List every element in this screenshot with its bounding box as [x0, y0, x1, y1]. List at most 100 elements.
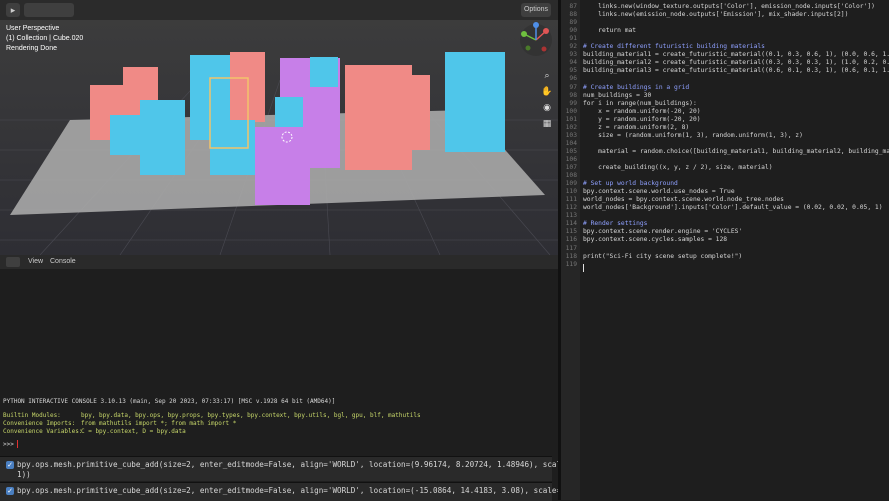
code-line[interactable]: material = random.choice([building_mater… — [583, 148, 889, 155]
code-line[interactable]: x = random.uniform(-20, 20) — [583, 108, 700, 115]
info-row[interactable]: ✓ bpy.ops.mesh.primitive_cube_add(size=2… — [0, 456, 598, 481]
builtin-modules-value: bpy, bpy.data, bpy.ops, bpy.props, bpy.t… — [81, 412, 421, 419]
code-line[interactable]: print("Sci-Fi city scene setup complete!… — [583, 253, 742, 260]
line-number: 97 — [569, 83, 577, 91]
line-number: 99 — [569, 99, 577, 107]
line-number: 111 — [565, 196, 577, 204]
pan-hand-icon[interactable]: ✋ — [540, 85, 554, 99]
building — [445, 52, 505, 152]
code-line[interactable]: building_material3 = create_futuristic_m… — [583, 67, 889, 74]
checkmark-icon: ✓ — [6, 461, 14, 469]
code-line[interactable]: for i in range(num_buildings): — [583, 100, 697, 107]
code-line[interactable]: building_material1 = create_futuristic_m… — [583, 51, 889, 58]
line-number: 96 — [569, 75, 577, 83]
line-number: 104 — [565, 139, 577, 147]
3d-viewport[interactable]: ▸ Options User Perspective (1) Collectio… — [0, 0, 558, 255]
navigation-gizmo[interactable] — [518, 22, 554, 58]
line-number: 113 — [565, 212, 577, 220]
line-number: 100 — [565, 107, 577, 115]
line-number: 91 — [569, 35, 577, 43]
line-number: 95 — [569, 67, 577, 75]
line-number: 107 — [565, 164, 577, 171]
viewport-header: ▸ Options — [0, 0, 558, 20]
building — [110, 115, 145, 155]
viewport-render-status: Rendering Done — [6, 45, 57, 52]
line-number: 87 — [569, 3, 577, 10]
console-header: View Console — [0, 255, 558, 269]
text-editor[interactable]: 87 88 89 90 91 92 93 94 95 96 97 98 99 100 101 102 103 10… — [561, 0, 889, 500]
line-number: 118 — [565, 252, 577, 260]
viewport-scene — [0, 0, 558, 255]
selection-mode-buttons[interactable] — [24, 3, 74, 17]
grid-view-icon[interactable]: ▦ — [540, 117, 554, 131]
code-line[interactable]: bpy.context.scene.world.use_nodes = True — [583, 188, 735, 195]
line-number: 108 — [565, 172, 577, 180]
python-console[interactable]: View Console PYTHON INTERACTIVE CONSOLE … — [0, 255, 598, 501]
line-number: 115 — [565, 228, 577, 236]
text-cursor — [583, 264, 584, 272]
line-number: 105 — [565, 147, 577, 155]
zoom-icon[interactable]: ⌕ — [540, 69, 554, 83]
line-number: 117 — [565, 244, 577, 252]
camera-icon[interactable]: ◉ — [540, 101, 554, 115]
console-banner: PYTHON INTERACTIVE CONSOLE 3.10.13 (main… — [3, 398, 336, 405]
line-number: 102 — [565, 123, 577, 131]
code-line[interactable]: num_buildings = 30 — [583, 92, 651, 99]
info-row[interactable]: ✓ bpy.ops.mesh.primitive_cube_add(size=2… — [0, 482, 588, 501]
code-line[interactable]: # Create buildings in a grid — [583, 84, 689, 91]
code-line[interactable]: bpy.context.scene.cycles.samples = 128 — [583, 236, 727, 243]
code-line[interactable]: # Set up world background — [583, 180, 678, 187]
line-number: 109 — [565, 180, 577, 188]
convenience-variables-label: Convenience Variables: — [3, 428, 83, 435]
code-line[interactable]: return mat — [583, 27, 636, 34]
convenience-imports-value: from mathutils import *; from math impor… — [81, 420, 237, 427]
info-row-text-continued: 1)) — [17, 470, 31, 479]
line-number: 112 — [565, 204, 577, 212]
code-line[interactable]: # Render settings — [583, 220, 647, 227]
info-row-text: bpy.ops.mesh.primitive_cube_add(size=2, … — [17, 460, 598, 469]
line-number: 88 — [569, 11, 577, 19]
code-line[interactable]: # Create different futuristic building m… — [583, 43, 765, 50]
code-line[interactable]: size = (random.uniform(1, 3), random.uni… — [583, 132, 803, 139]
code-line[interactable]: links.new(emission_node.outputs['Emissio… — [583, 11, 848, 18]
info-row-text: bpy.ops.mesh.primitive_cube_add(size=2, … — [17, 486, 589, 495]
code-line[interactable]: links.new(window_texture.outputs['Color'… — [583, 3, 875, 10]
line-number: 93 — [569, 51, 577, 59]
code-line[interactable]: building_material2 = create_futuristic_m… — [583, 59, 889, 66]
code-line[interactable]: bpy.context.scene.render.engine = 'CYCLE… — [583, 228, 742, 235]
viewport-collection-label: (1) Collection | Cube.020 — [6, 35, 84, 42]
line-number: 98 — [569, 91, 577, 99]
console-cursor — [17, 440, 18, 448]
code-line[interactable]: z = random.uniform(2, 8) — [583, 124, 689, 131]
building — [255, 127, 310, 205]
editor-type-icon[interactable] — [6, 257, 20, 267]
builtin-modules-label: Builtin Modules: — [3, 412, 61, 419]
line-number: 119 — [565, 260, 577, 268]
code-line[interactable]: y = random.uniform(-20, 20) — [583, 116, 700, 123]
convenience-variables-value: C = bpy.context, D = bpy.data — [81, 428, 186, 435]
building — [140, 100, 185, 175]
console-menu-view[interactable]: View — [28, 258, 43, 265]
line-number: 103 — [565, 131, 577, 139]
console-prompt[interactable]: >>> — [3, 441, 17, 448]
code-line[interactable]: create_building((x, y, z / 2), size, mat… — [583, 164, 772, 171]
viewport-perspective-label: User Perspective — [6, 25, 60, 32]
line-number: 94 — [569, 59, 577, 67]
line-number: 114 — [565, 220, 577, 228]
code-line[interactable]: world_nodes = bpy.context.scene.world.no… — [583, 196, 784, 203]
line-number: 92 — [569, 43, 577, 51]
line-number: 106 — [565, 155, 577, 163]
line-number: 89 — [569, 19, 577, 27]
code-line[interactable]: world_nodes['Background'].inputs['Color'… — [583, 204, 883, 211]
console-menu-console[interactable]: Console — [50, 258, 76, 265]
line-number-gutter: 87 88 89 90 91 92 93 94 95 96 97 98 99 100 101 102 103 10… — [561, 0, 580, 500]
building — [275, 97, 303, 127]
line-number: 90 — [569, 27, 577, 35]
options-button[interactable]: Options — [521, 3, 551, 17]
checkmark-icon: ✓ — [6, 487, 14, 495]
building — [310, 57, 338, 87]
building — [385, 75, 430, 150]
mode-select-icon[interactable]: ▸ — [6, 3, 20, 17]
line-number: 101 — [565, 115, 577, 123]
line-number: 116 — [565, 236, 577, 244]
